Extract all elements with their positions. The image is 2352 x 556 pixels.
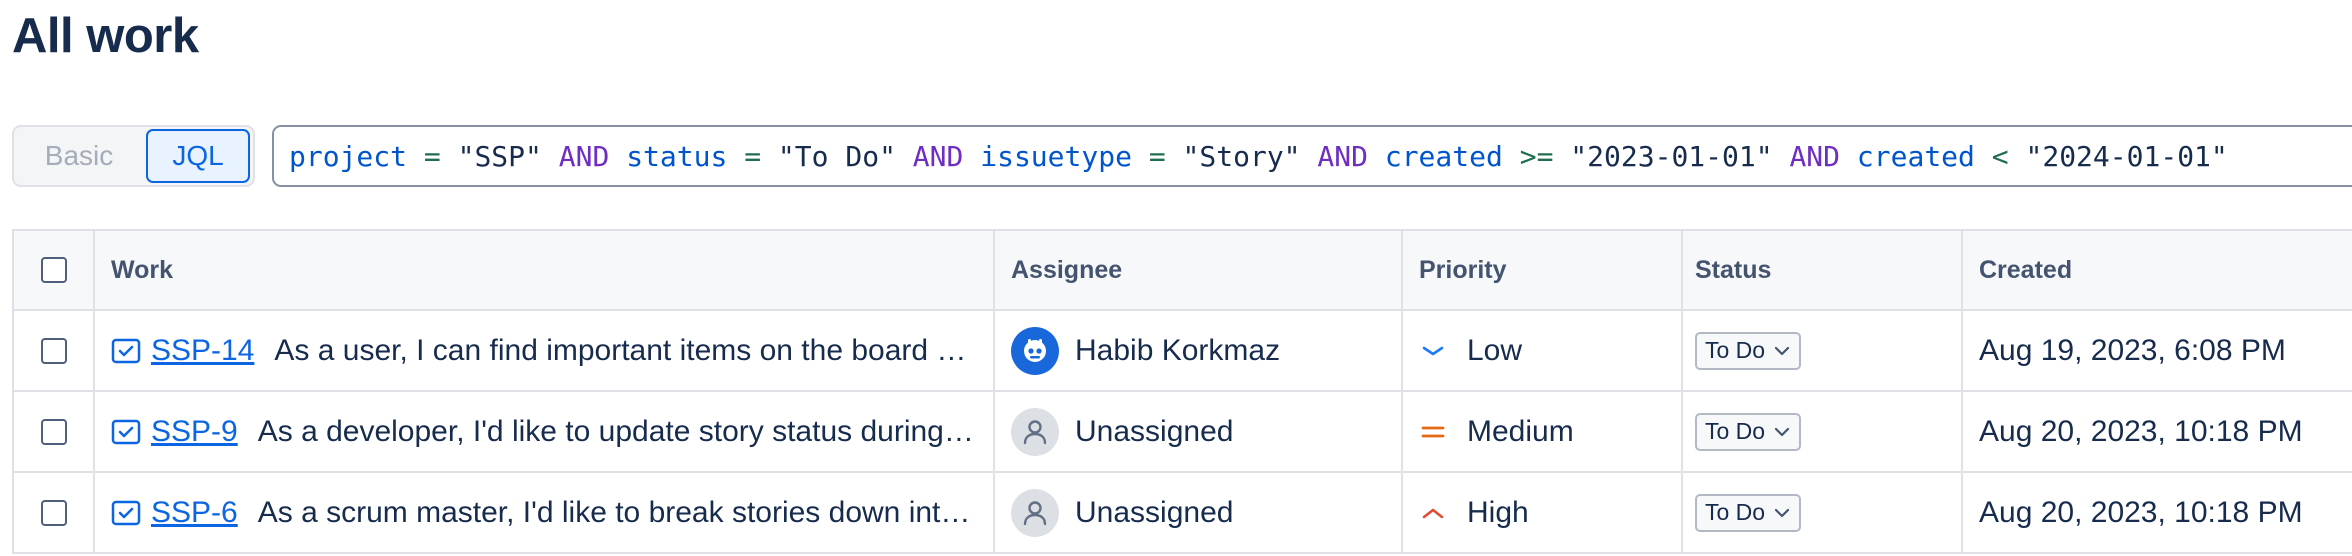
priority-high-icon — [1419, 499, 1447, 527]
jql-space — [896, 140, 913, 173]
jql-space — [761, 140, 778, 173]
story-icon — [111, 336, 141, 366]
jql-token-kw: AND — [558, 139, 610, 173]
status-dropdown[interactable]: To Do — [1695, 412, 1802, 451]
jql-token-op: >= — [1519, 139, 1554, 173]
jql-token-str: "Story" — [1182, 139, 1301, 173]
jql-token-kw: AND — [912, 139, 964, 173]
status-dropdown[interactable]: To Do — [1695, 493, 1802, 532]
column-header-assignee[interactable]: Assignee — [995, 231, 1403, 309]
jql-space — [407, 140, 424, 173]
assignee-cell[interactable]: Unassigned — [995, 473, 1403, 552]
row-select-checkbox[interactable] — [40, 337, 67, 364]
chevron-down-icon — [1773, 504, 1791, 522]
work-items-table: Work Assignee Priority Status Created SS… — [12, 229, 2352, 554]
unassigned-avatar — [1011, 488, 1059, 537]
table-row[interactable]: SSP-6 As a scrum master, I'd like to bre… — [14, 473, 2352, 554]
assignee-name: Habib Korkmaz — [1075, 333, 1281, 367]
priority-label: High — [1467, 495, 1529, 529]
issue-key-link[interactable]: SSP-6 — [151, 496, 238, 530]
priority-cell[interactable]: Low — [1403, 311, 1683, 390]
jql-token-field: issuetype — [980, 139, 1132, 173]
status-dropdown[interactable]: To Do — [1695, 331, 1802, 370]
status-label: To Do — [1705, 499, 1766, 525]
priority-label: Medium — [1467, 414, 1574, 448]
jql-token-op: = — [744, 139, 762, 173]
jql-token-op: = — [423, 139, 441, 173]
jql-token-field: status — [626, 139, 728, 173]
issue-summary[interactable]: As a developer, I'd like to update story… — [258, 415, 993, 449]
jql-token-kw: AND — [1317, 139, 1368, 173]
created-date: Aug 19, 2023, 6:08 PM — [1979, 333, 2286, 367]
select-all-checkbox[interactable] — [40, 257, 67, 283]
assignee-cell[interactable]: Habib Korkmaz — [995, 311, 1403, 390]
column-header-priority[interactable]: Priority — [1403, 231, 1683, 309]
priority-cell[interactable]: High — [1403, 473, 1683, 552]
chevron-down-icon — [1773, 423, 1791, 441]
assignee-name: Unassigned — [1075, 414, 1234, 448]
column-header-status[interactable]: Status — [1683, 231, 1963, 309]
basic-search-button[interactable]: Basic — [17, 129, 141, 183]
row-select-checkbox[interactable] — [40, 499, 67, 526]
jql-space — [1301, 140, 1318, 173]
jql-space — [1166, 140, 1183, 173]
priority-low-icon — [1419, 337, 1447, 365]
jql-space — [1975, 140, 1992, 173]
jql-space — [1503, 140, 1520, 173]
status-label: To Do — [1705, 418, 1766, 444]
column-header-work[interactable]: Work — [95, 231, 995, 309]
unassigned-avatar — [1011, 407, 1059, 456]
jql-space — [2009, 140, 2026, 173]
jql-space — [1840, 140, 1857, 173]
issue-summary[interactable]: As a scrum master, I'd like to break sto… — [258, 496, 993, 530]
column-header-created[interactable]: Created — [1963, 231, 2352, 309]
jql-token-field: project — [289, 139, 408, 173]
user-avatar — [1011, 326, 1059, 375]
created-date: Aug 20, 2023, 10:18 PM — [1979, 495, 2303, 529]
status-label: To Do — [1705, 337, 1766, 363]
issue-key-link[interactable]: SSP-14 — [151, 334, 254, 368]
story-icon — [111, 417, 141, 447]
search-mode-toggle: Basic JQL — [12, 125, 255, 187]
row-select-checkbox[interactable] — [40, 418, 67, 445]
jql-space — [1368, 140, 1385, 173]
table-header-row: Work Assignee Priority Status Created — [14, 231, 2352, 311]
jql-space — [1553, 140, 1570, 173]
jql-token-str: "SSP" — [457, 139, 542, 173]
jql-space — [542, 140, 559, 173]
jql-token-op: = — [1148, 139, 1166, 173]
jql-token-str: "To Do" — [777, 139, 896, 173]
story-icon — [111, 498, 141, 528]
issue-key-link[interactable]: SSP-9 — [151, 415, 238, 449]
chevron-down-icon — [1773, 342, 1791, 360]
jql-token-field: created — [1384, 139, 1503, 173]
jql-token-op: < — [1991, 139, 2009, 173]
table-row[interactable]: SSP-14 As a user, I can find important i… — [14, 311, 2352, 392]
jql-token-field: created — [1856, 139, 1975, 173]
created-date: Aug 20, 2023, 10:18 PM — [1979, 414, 2303, 448]
jql-space — [1773, 140, 1790, 173]
jql-space — [963, 140, 980, 173]
jql-token-str: "2023-01-01" — [1570, 139, 1773, 173]
priority-label: Low — [1467, 333, 1523, 367]
jql-space — [609, 140, 626, 173]
issue-summary[interactable]: As a user, I can find important items on… — [274, 334, 993, 368]
jql-token-kw: AND — [1789, 139, 1841, 173]
table-row[interactable]: SSP-9 As a developer, I'd like to update… — [14, 392, 2352, 473]
assignee-cell[interactable]: Unassigned — [995, 392, 1403, 471]
jql-space — [441, 140, 458, 173]
assignee-name: Unassigned — [1075, 495, 1234, 529]
jql-search-button[interactable]: JQL — [146, 129, 250, 183]
page-title: All work — [12, 9, 199, 63]
jql-space — [727, 140, 744, 173]
priority-cell[interactable]: Medium — [1403, 392, 1683, 471]
jql-query-input[interactable]: project = "SSP" AND status = "To Do" AND… — [272, 125, 2352, 187]
jql-space — [1132, 140, 1149, 173]
priority-medium-icon — [1419, 418, 1447, 446]
jql-token-str: "2024-01-01" — [2025, 139, 2228, 173]
